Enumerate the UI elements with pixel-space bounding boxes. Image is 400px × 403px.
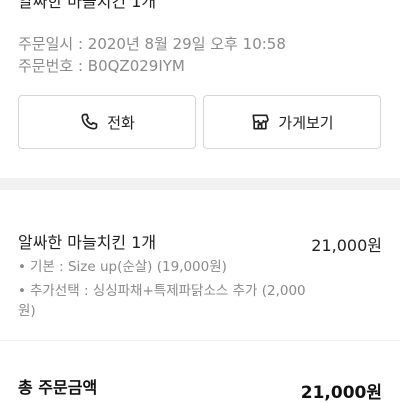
order-number: 주문번호 : B0QZ029IYM — [18, 57, 185, 75]
order-title-cut: 알싸한 마늘치킨 1개 — [18, 0, 157, 11]
store-button[interactable]: 가게보기 — [203, 95, 381, 149]
item-option: • 기본 : Size up(순살) (19,000원) — [18, 259, 227, 275]
item-price: 21,000원 — [311, 236, 382, 255]
phone-icon — [79, 112, 99, 132]
store-button-label: 가게보기 — [278, 113, 334, 132]
total-label: 총 주문금액 — [18, 378, 98, 397]
item-name: 알싸한 마늘치킨 1개 — [18, 233, 157, 252]
store-icon — [250, 112, 270, 132]
item-option: • 추가선택 : 싱싱파채+특제파닭소스 추가 (2,000원) — [18, 283, 306, 319]
section-divider — [0, 178, 400, 190]
call-button[interactable]: 전화 — [18, 95, 196, 149]
order-date: 주문일시 : 2020년 8월 29일 오후 10:58 — [18, 35, 286, 53]
total-value: 21,000원 — [300, 383, 382, 403]
call-button-label: 전화 — [107, 113, 135, 132]
thin-divider — [0, 340, 400, 341]
